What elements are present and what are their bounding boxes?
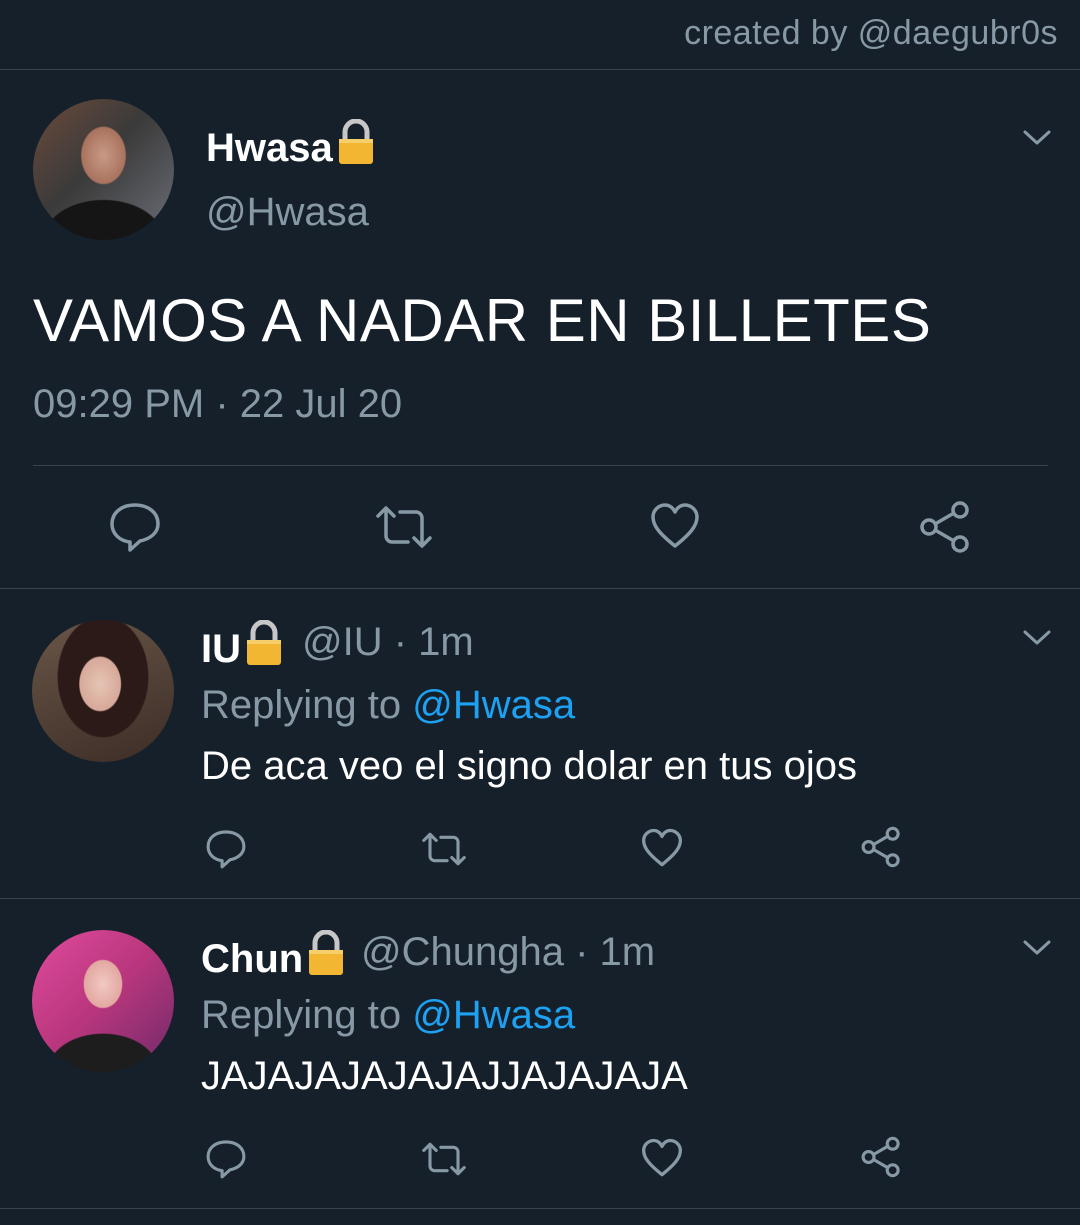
- author-name[interactable]: Hwasa: [206, 118, 375, 175]
- chungha-avatar[interactable]: [32, 930, 174, 1072]
- share-icon[interactable]: [860, 1136, 902, 1178]
- handle-and-time[interactable]: @Chungha · 1m: [361, 930, 655, 975]
- tweet-divider: [0, 898, 1080, 899]
- bottom-divider: [0, 1208, 1080, 1209]
- reply-text: De aca veo el signo dolar en tus ojos: [201, 744, 857, 788]
- tweet-timestamp[interactable]: 09:29 PM · 22 Jul 20: [33, 382, 402, 427]
- reply-icon[interactable]: [205, 1138, 247, 1180]
- replying-to: Replying to @Hwasa: [201, 993, 575, 1038]
- reply-text: JAJAJAJAJAJAJJAJAJAJA: [201, 1054, 688, 1098]
- hwasa-avatar[interactable]: [33, 99, 174, 240]
- reply-icon[interactable]: [205, 828, 247, 870]
- author-handle[interactable]: @Hwasa: [206, 190, 369, 235]
- author-name-text: Hwasa: [206, 126, 333, 170]
- replying-to-prefix: Replying to: [201, 993, 402, 1037]
- mention-link[interactable]: @Hwasa: [412, 993, 575, 1037]
- reply-icon[interactable]: [108, 500, 162, 554]
- action-divider: [33, 465, 1048, 466]
- chevron-down-icon[interactable]: [1022, 128, 1052, 148]
- heart-icon[interactable]: [641, 1138, 683, 1178]
- lock-icon: [337, 118, 375, 175]
- author-name[interactable]: IU: [201, 619, 283, 676]
- lock-icon: [245, 619, 283, 676]
- heart-icon[interactable]: [650, 502, 700, 550]
- tweet-text: VAMOS A NADAR EN BILLETES: [33, 287, 932, 354]
- chevron-down-icon[interactable]: [1022, 628, 1052, 648]
- share-icon[interactable]: [860, 826, 902, 868]
- chevron-down-icon[interactable]: [1022, 938, 1052, 958]
- top-divider: [0, 69, 1080, 70]
- handle-and-time[interactable]: @IU · 1m: [302, 620, 474, 665]
- replying-to: Replying to @Hwasa: [201, 683, 575, 728]
- iu-avatar[interactable]: [32, 620, 174, 762]
- tweet-divider: [0, 588, 1080, 589]
- heart-icon[interactable]: [641, 828, 683, 868]
- credit-text: created by @daegubr0s: [684, 14, 1058, 52]
- retweet-icon[interactable]: [420, 1138, 468, 1180]
- author-name-text: Chun: [201, 937, 304, 981]
- author-name[interactable]: Chun: [201, 929, 345, 986]
- author-name-text: IU: [201, 627, 241, 671]
- replying-to-prefix: Replying to: [201, 683, 402, 727]
- share-icon[interactable]: [918, 500, 972, 554]
- retweet-icon[interactable]: [374, 500, 434, 554]
- lock-icon: [307, 929, 345, 986]
- mention-link[interactable]: @Hwasa: [412, 683, 575, 727]
- retweet-icon[interactable]: [420, 828, 468, 870]
